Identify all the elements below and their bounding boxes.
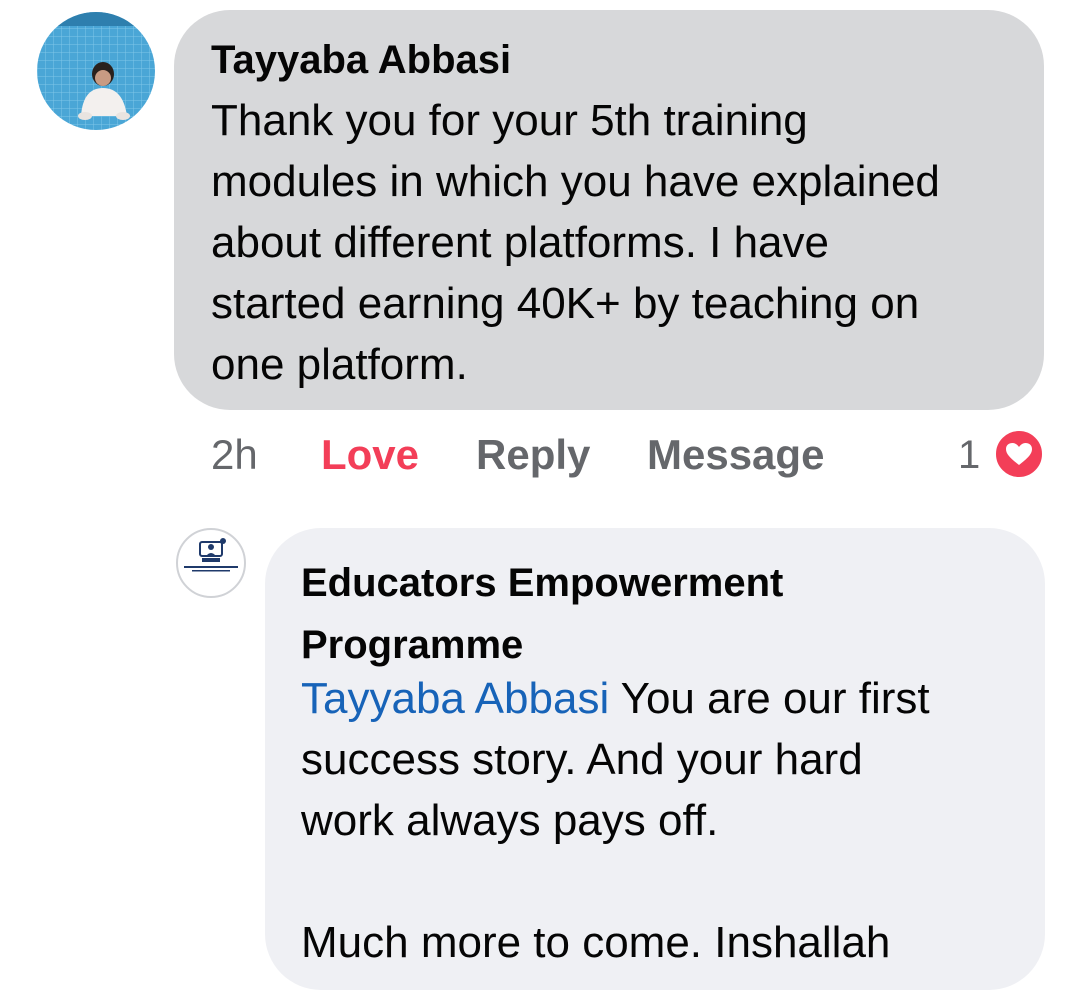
page-avatar[interactable] [176,528,246,598]
comment-timestamp[interactable]: 2h [211,428,258,482]
comment-author[interactable]: Tayyaba Abbasi [211,36,511,84]
love-button[interactable]: Love [321,428,419,482]
reply-button[interactable]: Reply [476,428,590,482]
comment-thread: Tayyaba Abbasi Thank you for your 5th tr… [0,0,1080,1000]
reply-author[interactable]: Educators Empowerment Programme [301,552,1001,676]
comment-bubble: Tayyaba Abbasi Thank you for your 5th tr… [174,10,1044,410]
avatar-photo [37,12,155,130]
comment-text: Thank you for your 5th training modules … [211,96,940,389]
reply-text: Tayyaba Abbasi You are our first success… [301,668,1021,973]
educators-logo-icon [184,538,238,572]
heart-icon[interactable] [993,428,1045,480]
reply-bubble: Educators Empowerment Programme Tayyaba … [265,528,1045,990]
heart-icon-glyph [1006,443,1032,465]
message-button[interactable]: Message [647,428,824,482]
commenter-avatar[interactable] [37,12,155,130]
mention-link[interactable]: Tayyaba Abbasi [301,674,609,723]
reaction-count[interactable]: 1 [958,428,980,482]
